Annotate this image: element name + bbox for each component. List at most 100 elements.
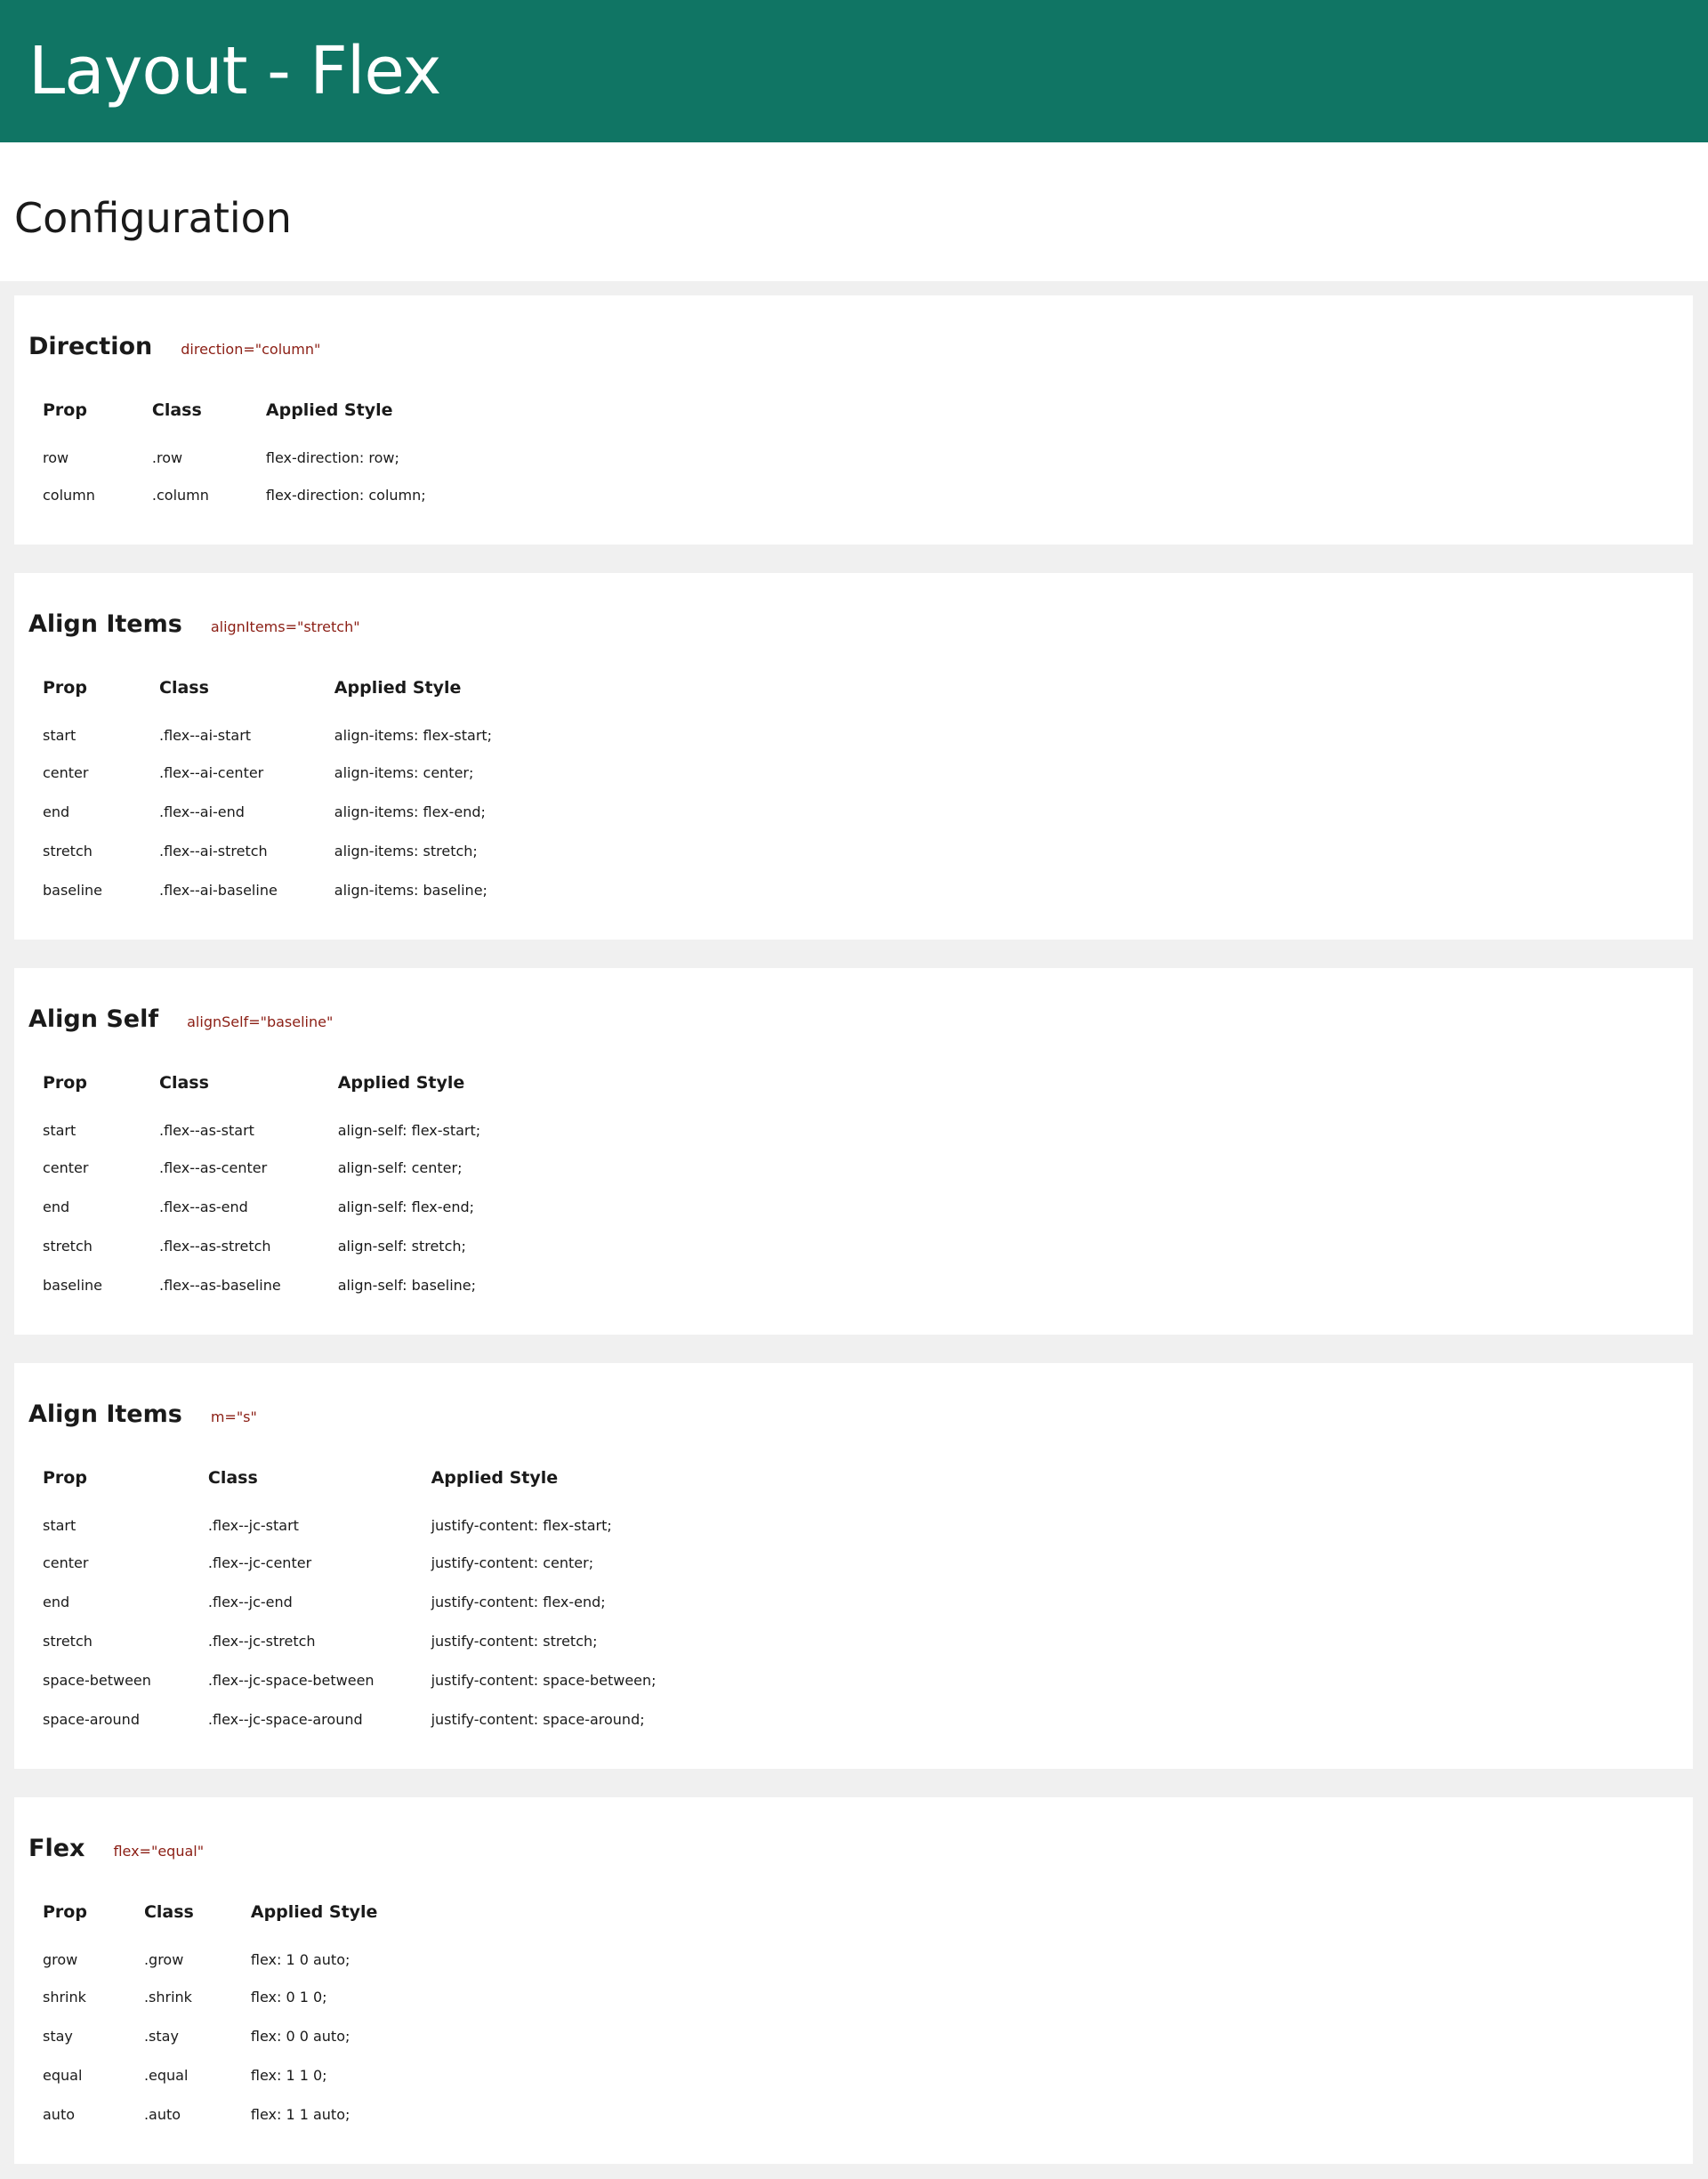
column-header-style: Applied Style xyxy=(265,400,393,420)
table-header-row: Prop Class Applied Style xyxy=(43,1902,434,1941)
column-header-class: Class xyxy=(159,678,209,698)
card-justify-content: Align Items m="s" Prop Class Applied Sty… xyxy=(14,1363,1693,1769)
class-cell: .flex--jc-start xyxy=(207,1516,299,1534)
spec-table: Prop Class Applied Style row .row flex-d… xyxy=(43,400,483,514)
configuration-header: Configuration xyxy=(0,142,1708,281)
style-cell: flex-direction: row; xyxy=(265,448,399,466)
spec-table: Prop Class Applied Style grow .grow flex… xyxy=(43,1902,434,2134)
card-header: Align Self alignSelf="baseline" xyxy=(28,1005,333,1033)
table-row: stretch .flex--jc-stretch justify-conten… xyxy=(43,1621,713,1660)
column-header-style: Applied Style xyxy=(250,1902,378,1922)
class-cell: .flex--jc-space-between xyxy=(207,1671,375,1689)
app-title: Layout - Flex xyxy=(28,33,441,109)
prop-cell: end xyxy=(43,803,70,820)
table-row: start .flex--jc-start justify-content: f… xyxy=(43,1507,713,1543)
prop-cell: start xyxy=(43,1121,77,1139)
column-header-style: Applied Style xyxy=(337,1073,465,1093)
prop-cell: stretch xyxy=(43,1237,93,1255)
table-row: row .row flex-direction: row; xyxy=(43,440,483,475)
style-cell: justify-content: center; xyxy=(431,1554,594,1571)
prop-cell: shrink xyxy=(43,1988,86,2005)
card-code-example: m="s" xyxy=(210,1408,257,1425)
style-cell: flex: 0 0 auto; xyxy=(250,2027,350,2045)
class-cell: .flex--jc-stretch xyxy=(207,1632,316,1650)
table-row: end .flex--ai-end align-items: flex-end; xyxy=(43,792,549,831)
spec-table: Prop Class Applied Style start .flex--jc… xyxy=(43,1468,713,1739)
table-row: start .flex--ai-start align-items: flex-… xyxy=(43,717,549,753)
style-cell: flex-direction: column; xyxy=(265,486,426,504)
class-cell: .flex--as-end xyxy=(159,1198,248,1215)
spec-table: Prop Class Applied Style start .flex--ai… xyxy=(43,678,549,909)
prop-cell: auto xyxy=(43,2105,76,2123)
style-cell: justify-content: flex-start; xyxy=(431,1516,612,1534)
class-cell: .flex--as-center xyxy=(159,1158,268,1176)
column-header-prop: Prop xyxy=(43,678,87,698)
card-title: Align Items xyxy=(28,1400,182,1428)
class-cell: .flex--as-stretch xyxy=(159,1237,271,1255)
class-cell: .flex--jc-center xyxy=(207,1554,312,1571)
prop-cell: end xyxy=(43,1198,70,1215)
prop-cell: row xyxy=(43,448,69,466)
card-direction: Direction direction="column" Prop Class … xyxy=(14,295,1693,545)
column-header-class: Class xyxy=(151,400,202,420)
table-row: grow .grow flex: 1 0 auto; xyxy=(43,1941,434,1977)
style-cell: align-self: stretch; xyxy=(337,1237,466,1255)
card-header: Direction direction="column" xyxy=(28,333,320,360)
card-flex: Flex flex="equal" Prop Class Applied Sty… xyxy=(14,1797,1693,2164)
page-title: Configuration xyxy=(14,194,292,242)
prop-cell: stretch xyxy=(43,842,93,859)
table-header-row: Prop Class Applied Style xyxy=(43,1468,713,1507)
table-row: space-around .flex--jc-space-around just… xyxy=(43,1699,713,1739)
class-cell: .flex--jc-end xyxy=(207,1593,293,1610)
style-cell: justify-content: flex-end; xyxy=(431,1593,606,1610)
class-cell: .auto xyxy=(143,2105,181,2123)
table-row: baseline .flex--as-baseline align-self: … xyxy=(43,1265,537,1304)
card-title: Flex xyxy=(28,1835,85,1862)
class-cell: .stay xyxy=(143,2027,179,2045)
prop-cell: center xyxy=(43,763,89,781)
class-cell: .flex--ai-start xyxy=(159,726,252,744)
card-align-items: Align Items alignItems="stretch" Prop Cl… xyxy=(14,573,1693,940)
class-cell: .equal xyxy=(143,2066,189,2084)
prop-cell: column xyxy=(43,486,95,504)
column-header-class: Class xyxy=(143,1902,194,1922)
style-cell: flex: 1 1 auto; xyxy=(250,2105,350,2123)
table-row: center .flex--as-center align-self: cent… xyxy=(43,1148,537,1187)
table-row: baseline .flex--ai-baseline align-items:… xyxy=(43,870,549,909)
style-cell: flex: 1 0 auto; xyxy=(250,1950,350,1968)
prop-cell: start xyxy=(43,1516,77,1534)
table-row: start .flex--as-start align-self: flex-s… xyxy=(43,1112,537,1148)
prop-cell: space-around xyxy=(43,1710,140,1728)
style-cell: justify-content: space-around; xyxy=(431,1710,645,1728)
column-header-prop: Prop xyxy=(43,400,87,420)
table-row: stretch .flex--ai-stretch align-items: s… xyxy=(43,831,549,870)
class-cell: .flex--jc-space-around xyxy=(207,1710,363,1728)
class-cell: .flex--as-start xyxy=(159,1121,254,1139)
card-header: Align Items alignItems="stretch" xyxy=(28,610,360,638)
card-align-self: Align Self alignSelf="baseline" Prop Cla… xyxy=(14,968,1693,1335)
table-row: auto .auto flex: 1 1 auto; xyxy=(43,2094,434,2134)
class-cell: .grow xyxy=(143,1950,184,1968)
class-cell: .flex--ai-stretch xyxy=(159,842,268,859)
style-cell: align-self: baseline; xyxy=(337,1276,477,1294)
prop-cell: stretch xyxy=(43,1632,93,1650)
prop-cell: baseline xyxy=(43,1276,103,1294)
table-row: stay .stay flex: 0 0 auto; xyxy=(43,2016,434,2055)
card-title: Align Self xyxy=(28,1005,159,1033)
prop-cell: stay xyxy=(43,2027,73,2045)
style-cell: justify-content: space-between; xyxy=(431,1671,657,1689)
spec-table: Prop Class Applied Style start .flex--as… xyxy=(43,1073,537,1304)
column-header-class: Class xyxy=(159,1073,209,1093)
class-cell: .flex--ai-center xyxy=(159,763,264,781)
column-header-style: Applied Style xyxy=(334,678,462,698)
card-code-example: direction="column" xyxy=(181,341,321,358)
style-cell: align-items: baseline; xyxy=(334,881,487,899)
table-row: space-between .flex--jc-space-between ju… xyxy=(43,1660,713,1699)
card-header: Flex flex="equal" xyxy=(28,1835,204,1862)
card-code-example: alignItems="stretch" xyxy=(210,618,360,635)
card-title: Direction xyxy=(28,333,153,360)
prop-cell: baseline xyxy=(43,881,103,899)
table-row: equal .equal flex: 1 1 0; xyxy=(43,2055,434,2094)
table-row: center .flex--ai-center align-items: cen… xyxy=(43,753,549,792)
table-row: stretch .flex--as-stretch align-self: st… xyxy=(43,1226,537,1265)
